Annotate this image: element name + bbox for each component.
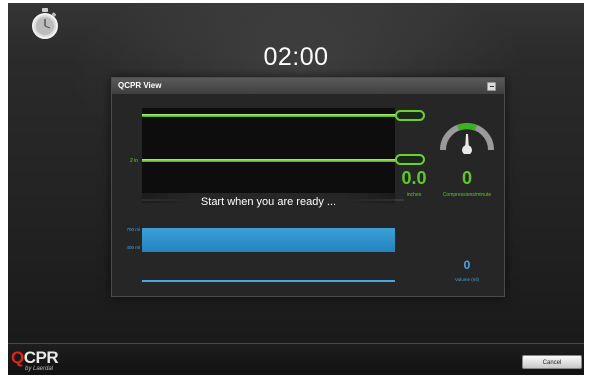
volume-value: 0 (463, 258, 471, 272)
volume-baseline (142, 280, 395, 282)
app-window: 02:00 QCPR View 2 in 0.0 inches 0 Compre… (8, 3, 584, 375)
ventilation-volume-bar (142, 228, 395, 252)
volume-lower-label: 400 ml (126, 245, 140, 250)
countdown-timer: 02:00 (263, 43, 329, 71)
depth-target-label: 2 in (129, 158, 138, 164)
footer-bar (8, 344, 584, 375)
compression-depth-area (142, 108, 395, 203)
panel-title: QCPR View (118, 81, 162, 90)
depth-target-marker (395, 154, 425, 165)
rate-gauge-icon (440, 123, 494, 154)
volume-upper-label: 700 ml (126, 227, 140, 232)
depth-upper-marker (395, 110, 425, 121)
cancel-button[interactable]: Cancel (522, 355, 582, 369)
panel-header: QCPR View (112, 78, 504, 94)
logo-text: CPR (23, 348, 59, 367)
logo-q: Q (11, 348, 24, 367)
qcpr-logo: QCPR by Laerdal (11, 348, 59, 372)
minimize-icon[interactable] (487, 82, 496, 91)
depth-target-line (142, 159, 404, 162)
stopwatch-icon (32, 8, 58, 39)
status-message: Start when you are ready ... (142, 193, 395, 211)
compression-rate-label: Compressions/minute (442, 192, 492, 198)
volume-label: Volume (ml) (454, 277, 479, 282)
compression-rate-value: 0 (461, 168, 472, 188)
depth-upper-line (142, 114, 404, 117)
qcpr-view-panel: QCPR View 2 in 0.0 inches 0 Compressions… (111, 77, 505, 297)
